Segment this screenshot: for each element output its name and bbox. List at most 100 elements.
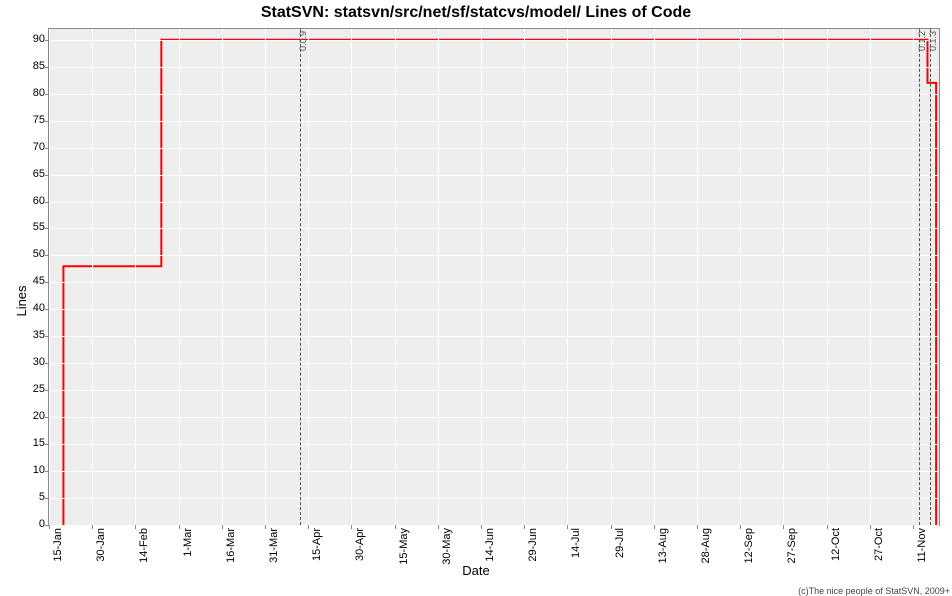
credit-text: (c)The nice people of StatSVN, 2009+ [798, 586, 950, 596]
x-gridline [265, 29, 266, 525]
x-gridline [438, 29, 439, 525]
x-tick [654, 525, 655, 529]
x-gridline [654, 29, 655, 525]
y-tick-label: 85 [15, 60, 45, 72]
y-tick-label: 0 [15, 518, 45, 530]
y-gridline [49, 336, 939, 337]
x-gridline [697, 29, 698, 525]
x-gridline [870, 29, 871, 525]
y-tick-label: 40 [15, 302, 45, 314]
x-tick-label: 31-Mar [268, 528, 280, 563]
x-tick-label: 13-Aug [657, 528, 669, 563]
x-gridline [783, 29, 784, 525]
marker-label: 0.1.2 [917, 31, 927, 51]
x-gridline [351, 29, 352, 525]
y-gridline [49, 175, 939, 176]
x-gridline [92, 29, 93, 525]
x-tick-label: 14-Jun [484, 528, 496, 562]
x-tick-label: 14-Jul [570, 528, 582, 558]
x-gridline [395, 29, 396, 525]
x-tick-label: 14-Feb [138, 528, 150, 563]
y-tick-label: 55 [15, 221, 45, 233]
x-gridline [740, 29, 741, 525]
x-tick-label: 27-Oct [873, 528, 885, 561]
y-tick-label: 75 [15, 114, 45, 126]
x-gridline [611, 29, 612, 525]
y-tick-label: 45 [15, 275, 45, 287]
y-tick-label: 5 [15, 491, 45, 503]
marker-label: 0.1.3 [928, 31, 938, 51]
y-gridline [49, 498, 939, 499]
x-tick-label: 12-Oct [830, 528, 842, 561]
y-gridline [49, 94, 939, 95]
y-gridline [49, 282, 939, 283]
x-tick [697, 525, 698, 529]
x-tick-label: 16-Mar [225, 528, 237, 563]
x-gridline [49, 29, 50, 525]
x-tick [222, 525, 223, 529]
x-tick [524, 525, 525, 529]
x-tick-label: 27-Sep [786, 528, 798, 563]
line-series [49, 29, 939, 525]
y-gridline [49, 255, 939, 256]
x-tick [827, 525, 828, 529]
x-tick [265, 525, 266, 529]
marker-line [919, 29, 920, 525]
x-tick [351, 525, 352, 529]
x-tick [395, 525, 396, 529]
x-tick-label: 1-Mar [182, 528, 194, 557]
x-tick-label: 29-Jul [614, 528, 626, 558]
chart-area: Lines Date 0.0.90.1.20.1.3 0510152025303… [0, 22, 952, 580]
x-gridline [567, 29, 568, 525]
y-tick-label: 60 [15, 195, 45, 207]
x-tick-label: 30-Jan [95, 528, 107, 562]
y-gridline [49, 417, 939, 418]
x-tick-label: 15-Jan [52, 528, 64, 562]
x-tick [49, 525, 50, 529]
x-tick [740, 525, 741, 529]
y-gridline [49, 471, 939, 472]
x-tick [870, 525, 871, 529]
x-tick [438, 525, 439, 529]
x-gridline [524, 29, 525, 525]
y-tick-label: 30 [15, 356, 45, 368]
x-gridline [135, 29, 136, 525]
y-tick-label: 65 [15, 168, 45, 180]
x-tick-label: 30-Apr [354, 528, 366, 561]
chart-title: StatSVN: statsvn/src/net/sf/statcvs/mode… [0, 0, 952, 22]
y-tick-label: 90 [15, 33, 45, 45]
y-gridline [49, 121, 939, 122]
y-gridline [49, 40, 939, 41]
plot-area: 0.0.9 0.1.20.1.3 [48, 28, 940, 526]
x-gridline [481, 29, 482, 525]
y-gridline [49, 525, 939, 526]
y-gridline [49, 67, 939, 68]
y-tick-label: 20 [15, 410, 45, 422]
y-gridline [49, 363, 939, 364]
y-gridline [49, 148, 939, 149]
y-tick-label: 25 [15, 383, 45, 395]
marker-label: 0.0.9 [298, 31, 308, 51]
y-tick-label: 50 [15, 248, 45, 260]
y-gridline [49, 202, 939, 203]
marker-line [300, 29, 301, 525]
x-axis-label: Date [0, 563, 952, 578]
x-tick [308, 525, 309, 529]
x-tick-label: 11-Nov [916, 528, 928, 563]
x-tick [481, 525, 482, 529]
y-tick-label: 70 [15, 141, 45, 153]
x-tick-label: 15-Apr [311, 528, 323, 561]
y-gridline [49, 444, 939, 445]
y-gridline [49, 228, 939, 229]
x-gridline [913, 29, 914, 525]
y-gridline [49, 309, 939, 310]
x-tick-label: 28-Aug [700, 528, 712, 563]
x-tick [567, 525, 568, 529]
x-gridline [222, 29, 223, 525]
x-gridline [827, 29, 828, 525]
x-tick [913, 525, 914, 529]
x-tick [92, 525, 93, 529]
x-tick [135, 525, 136, 529]
x-tick [783, 525, 784, 529]
y-tick-label: 15 [15, 437, 45, 449]
